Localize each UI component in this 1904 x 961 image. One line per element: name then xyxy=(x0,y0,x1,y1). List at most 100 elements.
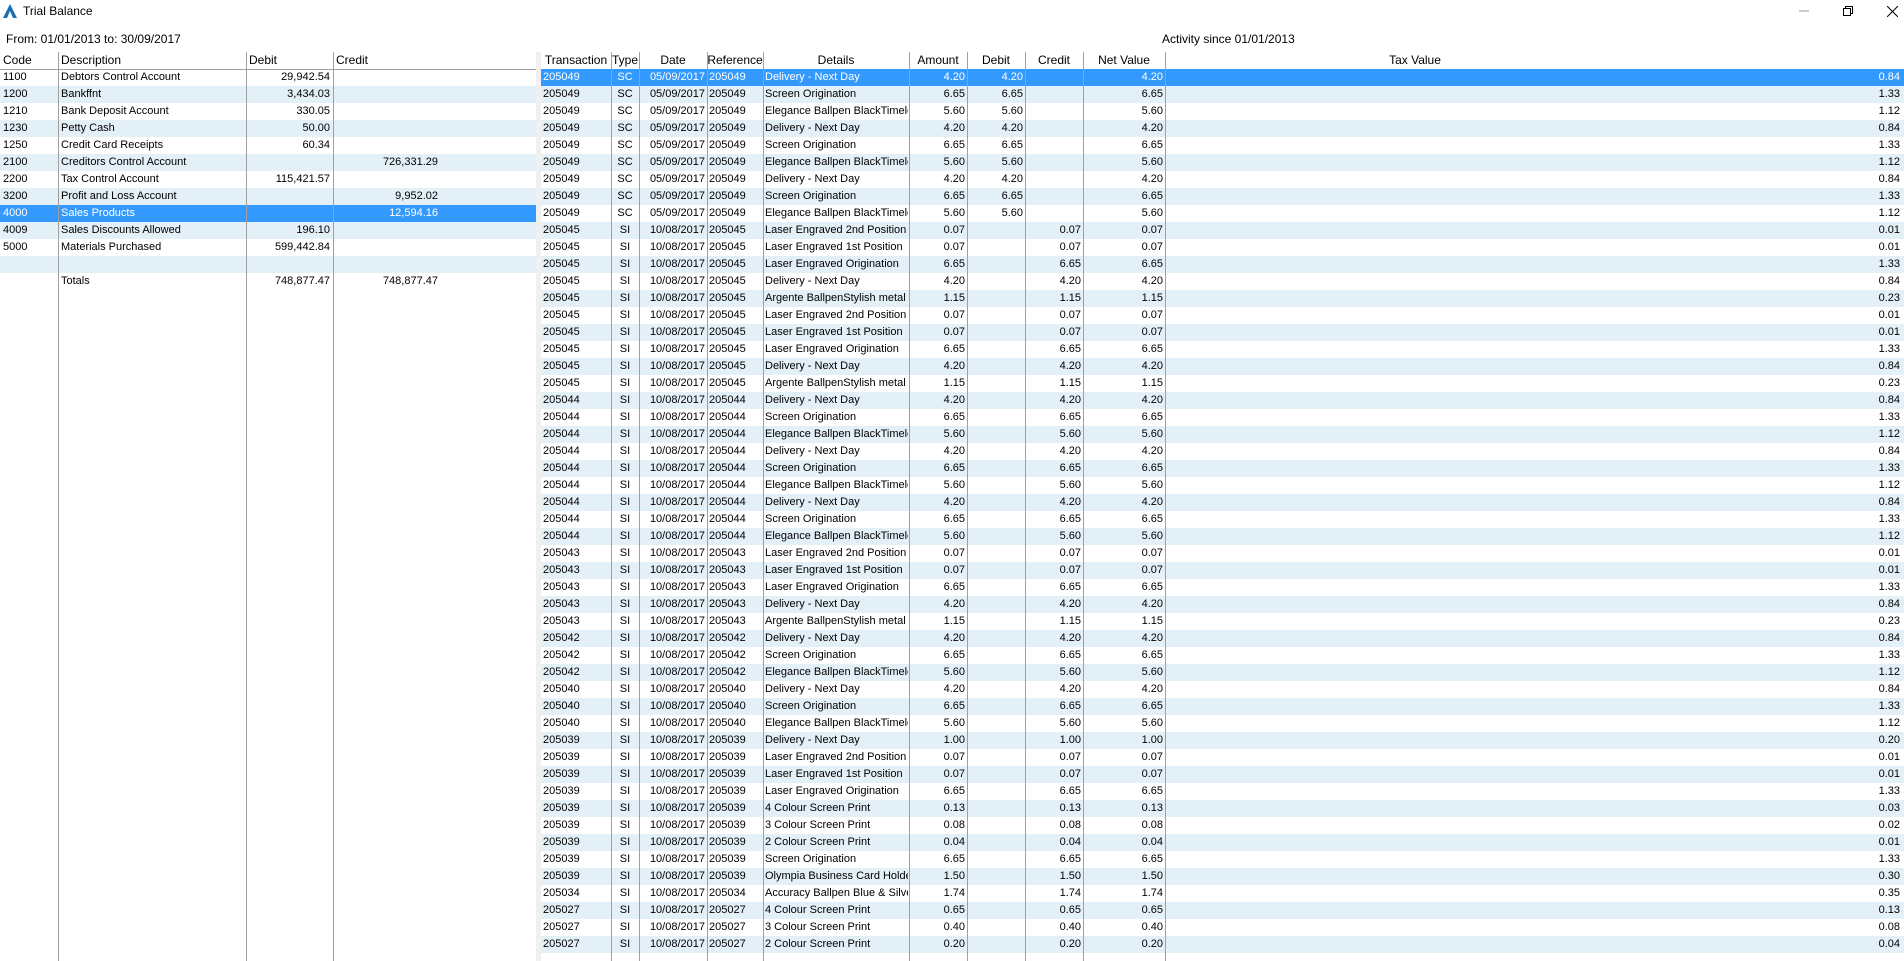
column-header-description[interactable]: Description xyxy=(61,52,241,69)
column-header-debit[interactable]: Debit xyxy=(967,52,1025,69)
column-header-details[interactable]: Details xyxy=(763,52,909,69)
cell-debit xyxy=(967,477,1023,494)
table-row[interactable]: 205042 SI 10/08/2017 205042 Screen Originati… xyxy=(541,647,1904,664)
table-row[interactable]: 1250 Credit Card Receipts 60.34 xyxy=(0,137,536,154)
minimize-button[interactable] xyxy=(1782,0,1826,22)
table-row[interactable]: 205049 SC 05/09/2017 205049 Delivery - Next … xyxy=(541,120,1904,137)
table-row[interactable]: 2100 Creditors Control Account 726,331.29 xyxy=(0,154,536,171)
table-row[interactable]: 205045 SI 10/08/2017 205045 Delivery - Next … xyxy=(541,273,1904,290)
column-header-tax-value[interactable]: Tax Value xyxy=(1165,52,1665,69)
table-row[interactable]: 205044 SI 10/08/2017 205044 Screen Originati… xyxy=(541,511,1904,528)
table-row[interactable]: 205049 SC 05/09/2017 205049 Delivery - Next … xyxy=(541,69,1904,86)
column-header-net-value[interactable]: Net Value xyxy=(1083,52,1165,69)
table-row[interactable]: 205042 SI 10/08/2017 205042 Elegance Ballpen… xyxy=(541,664,1904,681)
table-row[interactable]: 205045 SI 10/08/2017 205045 Argente BallpenS… xyxy=(541,375,1904,392)
column-header-code[interactable]: Code xyxy=(3,52,53,69)
table-row[interactable]: 205044 SI 10/08/2017 205044 Delivery - Next … xyxy=(541,494,1904,511)
cell-credit xyxy=(335,256,438,273)
table-row[interactable]: 205039 SI 10/08/2017 205039 4 Colour Screen … xyxy=(541,800,1904,817)
cell-net-value: 6.65 xyxy=(1141,258,1163,270)
table-row[interactable]: 5000 Materials Purchased 599,442.84 xyxy=(0,239,536,256)
cell-net-value: 6.65 xyxy=(1141,190,1163,202)
table-row[interactable]: 205034 SI 10/08/2017 205034 Accuracy Ballpen… xyxy=(541,885,1904,902)
table-row[interactable]: 205043 SI 10/08/2017 205043 Laser Engraved 1… xyxy=(541,562,1904,579)
table-row[interactable]: 205040 SI 10/08/2017 205040 Screen Originati… xyxy=(541,698,1904,715)
table-row[interactable]: 205039 SI 10/08/2017 205039 Screen Originati… xyxy=(541,851,1904,868)
table-row[interactable]: 205027 SI 10/08/2017 205027 3 Colour Screen … xyxy=(541,919,1904,936)
table-row[interactable]: 205039 SI 10/08/2017 205039 2 Colour Screen … xyxy=(541,834,1904,851)
table-row[interactable]: 205039 SI 10/08/2017 205039 Laser Engraved O… xyxy=(541,783,1904,800)
table-row[interactable]: 205045 SI 10/08/2017 205045 Laser Engraved 2… xyxy=(541,307,1904,324)
table-row[interactable]: 205045 SI 10/08/2017 205045 Laser Engraved O… xyxy=(541,341,1904,358)
cell-amount: 1.15 xyxy=(943,292,965,304)
cell-net-value: 1.15 xyxy=(1141,377,1163,389)
table-row[interactable]: 2200 Tax Control Account 115,421.57 xyxy=(0,171,536,188)
column-header-credit[interactable]: Credit xyxy=(1025,52,1083,69)
table-row[interactable]: 205043 SI 10/08/2017 205043 Laser Engraved O… xyxy=(541,579,1904,596)
cell-date: 10/08/2017 xyxy=(649,581,705,593)
table-row[interactable]: 205044 SI 10/08/2017 205044 Elegance Ballpen… xyxy=(541,477,1904,494)
column-header-type[interactable]: Type xyxy=(611,52,639,69)
table-row[interactable]: 205049 SC 05/09/2017 205049 Screen Originati… xyxy=(541,188,1904,205)
cell-net-value: 6.65 xyxy=(1141,343,1163,355)
table-row[interactable]: 205043 SI 10/08/2017 205043 Laser Engraved 2… xyxy=(541,545,1904,562)
table-row[interactable]: 205044 SI 10/08/2017 205044 Screen Originati… xyxy=(541,409,1904,426)
table-row[interactable]: 205045 SI 10/08/2017 205045 Argente BallpenS… xyxy=(541,290,1904,307)
table-row[interactable]: 205039 SI 10/08/2017 205039 Delivery - Next … xyxy=(541,732,1904,749)
cell-desc: Creditors Control Account xyxy=(61,156,187,168)
trial-balance-grid[interactable]: Code Description Debit Credit 1100 Debtor… xyxy=(0,52,536,961)
table-row[interactable]: 205043 SI 10/08/2017 205043 Argente BallpenS… xyxy=(541,613,1904,630)
cell-credit xyxy=(1025,103,1081,120)
table-row[interactable]: 205044 SI 10/08/2017 205044 Delivery - Next … xyxy=(541,392,1904,409)
table-row[interactable]: 205049 SC 05/09/2017 205049 Screen Originati… xyxy=(541,137,1904,154)
table-row[interactable]: 205045 SI 10/08/2017 205045 Laser Engraved 2… xyxy=(541,222,1904,239)
cell-tax-value: 0.84 xyxy=(1878,173,1900,185)
table-row[interactable]: 1210 Bank Deposit Account 330.05 xyxy=(0,103,536,120)
table-row[interactable]: 205045 SI 10/08/2017 205045 Delivery - Next … xyxy=(541,358,1904,375)
table-row[interactable]: 205043 SI 10/08/2017 205043 Delivery - Next … xyxy=(541,596,1904,613)
table-row[interactable]: 205044 SI 10/08/2017 205044 Delivery - Next … xyxy=(541,443,1904,460)
table-row[interactable]: 205045 SI 10/08/2017 205045 Laser Engraved O… xyxy=(541,256,1904,273)
table-row[interactable]: 205039 SI 10/08/2017 205039 Laser Engraved 1… xyxy=(541,766,1904,783)
table-row[interactable]: 205045 SI 10/08/2017 205045 Laser Engraved 1… xyxy=(541,239,1904,256)
cell-net-value: 6.65 xyxy=(1141,785,1163,797)
table-row[interactable]: 205039 SI 10/08/2017 205039 3 Colour Screen … xyxy=(541,817,1904,834)
table-row[interactable]: 205027 SI 10/08/2017 205027 2 Colour Screen … xyxy=(541,936,1904,953)
table-row[interactable]: 205049 SC 05/09/2017 205049 Delivery - Next … xyxy=(541,171,1904,188)
column-header-reference[interactable]: Reference xyxy=(707,52,763,69)
table-row[interactable]: 3200 Profit and Loss Account 9,952.02 xyxy=(0,188,536,205)
cell-type: SI xyxy=(619,394,631,406)
cell-net-value: 4.20 xyxy=(1141,122,1163,134)
column-header-debit[interactable]: Debit xyxy=(249,52,329,69)
table-row[interactable]: 205040 SI 10/08/2017 205040 Elegance Ballpen… xyxy=(541,715,1904,732)
activity-grid[interactable]: Transaction Type Date Reference Details … xyxy=(541,52,1904,961)
table-row[interactable]: 205044 SI 10/08/2017 205044 Screen Originati… xyxy=(541,460,1904,477)
table-row[interactable]: 1100 Debtors Control Account 29,942.54 xyxy=(0,69,536,86)
table-row[interactable]: 205045 SI 10/08/2017 205045 Laser Engraved 1… xyxy=(541,324,1904,341)
table-row[interactable]: Totals 748,877.47 748,877.47 xyxy=(0,273,536,290)
column-header-date[interactable]: Date xyxy=(639,52,707,69)
table-row[interactable]: 205049 SC 05/09/2017 205049 Elegance Ballpen… xyxy=(541,205,1904,222)
table-row[interactable]: 205049 SC 05/09/2017 205049 Screen Originati… xyxy=(541,86,1904,103)
column-header-credit[interactable]: Credit xyxy=(336,52,426,69)
table-row[interactable]: 205049 SC 05/09/2017 205049 Elegance Ballpen… xyxy=(541,154,1904,171)
table-row[interactable]: 205044 SI 10/08/2017 205044 Elegance Ballpen… xyxy=(541,528,1904,545)
table-row[interactable]: 205040 SI 10/08/2017 205040 Delivery - Next … xyxy=(541,681,1904,698)
table-row[interactable]: 205039 SI 10/08/2017 205039 Olympia Business… xyxy=(541,868,1904,885)
cell-reference: 205027 xyxy=(709,904,746,916)
table-row[interactable]: 205027 SI 10/08/2017 205027 4 Colour Screen … xyxy=(541,902,1904,919)
close-button[interactable] xyxy=(1870,0,1904,22)
table-row[interactable]: 4009 Sales Discounts Allowed 196.10 xyxy=(0,222,536,239)
restore-button[interactable] xyxy=(1826,0,1870,22)
table-row[interactable] xyxy=(0,256,536,273)
table-row[interactable]: 4000 Sales Products 12,594.16 xyxy=(0,205,536,222)
table-row[interactable]: 205039 SI 10/08/2017 205039 Laser Engraved 2… xyxy=(541,749,1904,766)
cell-net-value: 0.20 xyxy=(1141,938,1163,950)
table-row[interactable]: 205049 SC 05/09/2017 205049 Elegance Ballpen… xyxy=(541,103,1904,120)
column-header-transaction[interactable]: Transaction xyxy=(541,52,611,69)
table-row[interactable]: 1200 Bankffnt 3,434.03 xyxy=(0,86,536,103)
table-row[interactable]: 1230 Petty Cash 50.00 xyxy=(0,120,536,137)
column-header-amount[interactable]: Amount xyxy=(909,52,967,69)
table-row[interactable]: 205042 SI 10/08/2017 205042 Delivery - Next … xyxy=(541,630,1904,647)
table-row[interactable]: 205044 SI 10/08/2017 205044 Elegance Ballpen… xyxy=(541,426,1904,443)
